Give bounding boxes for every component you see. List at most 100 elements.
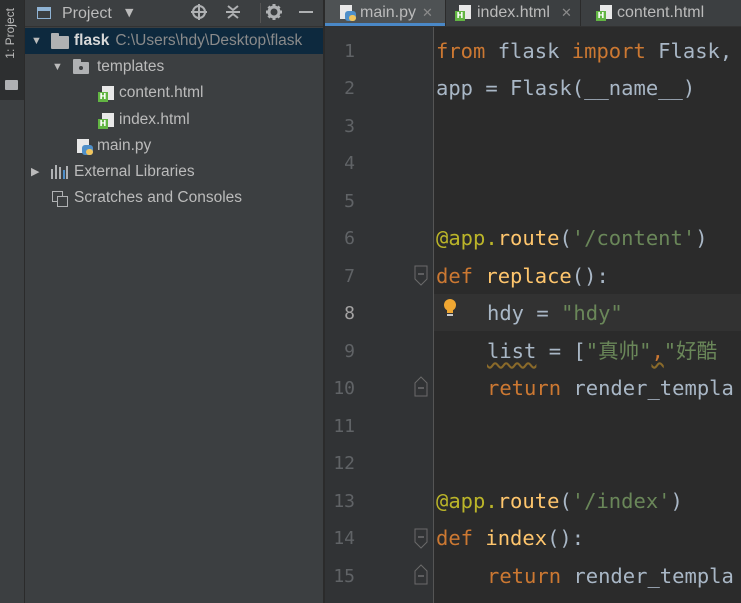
gear-icon[interactable] — [264, 3, 284, 23]
code-token: route — [497, 489, 560, 513]
tree-item-label: Scratches and Consoles — [74, 189, 243, 206]
tree-item-label: content.html — [119, 84, 204, 101]
tree-item-scratches[interactable]: Scratches and Consoles — [25, 185, 323, 211]
tree-item-label: External Libraries — [74, 163, 195, 180]
scratches-icon — [52, 191, 68, 207]
tab-index-html[interactable]: H index.html ✕ — [446, 0, 580, 26]
collapse-all-icon[interactable] — [223, 3, 243, 23]
line-number-current: 8 — [344, 303, 355, 324]
locate-target-icon[interactable] — [189, 3, 209, 23]
code-line-8: hdy = "hdy" — [487, 295, 623, 333]
chevron-down-icon[interactable]: ▼ — [31, 28, 42, 54]
line-number: 13 — [333, 491, 355, 512]
code-line-14: def index(): — [436, 520, 584, 558]
folder-icon — [73, 59, 89, 74]
folder-icon — [5, 80, 18, 90]
tab-label: content.html — [617, 4, 705, 21]
editor-tab-bar: main.py ✕ H index.html ✕ H content.html — [325, 0, 741, 27]
project-panel-header: Project ▼ — [25, 0, 323, 27]
code-line-6: @app.route('/content') — [436, 220, 708, 258]
project-tool-tab[interactable]: 1: Project — [0, 0, 24, 100]
line-number: 15 — [333, 566, 355, 587]
code-token: '/content' — [571, 226, 696, 250]
close-icon[interactable]: ✕ — [561, 0, 572, 26]
hide-panel-icon[interactable] — [296, 3, 316, 23]
close-icon[interactable]: ✕ — [422, 0, 433, 26]
line-number: 11 — [333, 416, 355, 437]
tree-item-content-html[interactable]: H content.html — [25, 80, 323, 106]
line-number: 14 — [333, 528, 355, 549]
code-token: Flask, — [645, 39, 733, 63]
chevron-down-icon[interactable]: ▼ — [52, 54, 63, 80]
code-line-1: from flask import Flask, — [436, 33, 732, 71]
tab-content-html[interactable]: H content.html — [581, 0, 741, 26]
code-token: "好酷 — [663, 339, 718, 363]
code-token: '/index' — [571, 489, 671, 513]
line-number: 4 — [344, 153, 355, 174]
code-token: render_templa — [561, 564, 734, 588]
library-icon — [51, 165, 68, 179]
code-token: ) — [670, 489, 683, 513]
code-token: return — [487, 376, 562, 400]
line-number: 5 — [344, 191, 355, 212]
code-line-9: list = ["真帅","好酷 — [487, 333, 717, 371]
code-token: ) — [695, 226, 708, 250]
code-line-10: return render_templa — [487, 370, 734, 408]
fold-end-icon[interactable] — [414, 375, 428, 397]
code-token: (): — [547, 526, 585, 550]
code-line-15: return render_templa — [487, 558, 734, 596]
code-token: render_templa — [561, 376, 734, 400]
html-file-icon: H — [596, 5, 612, 21]
code-token: route — [497, 226, 560, 250]
code-editor[interactable]: from flask import Flask, app = Flask(__n… — [436, 27, 741, 603]
project-panel: Project ▼ ▼ flask C:\Users\hdy\Desktop\fl… — [25, 0, 323, 603]
tree-item-external-libraries[interactable]: ▶ External Libraries — [25, 159, 323, 185]
code-token: list — [487, 339, 537, 363]
line-number: 12 — [333, 453, 355, 474]
code-token: ( — [559, 226, 572, 250]
line-number: 1 — [344, 41, 355, 62]
chevron-down-icon[interactable]: ▼ — [125, 6, 133, 19]
tree-item-index-html[interactable]: H index.html — [25, 107, 323, 133]
line-number: 9 — [344, 341, 355, 362]
line-number: 2 — [344, 78, 355, 99]
code-token: return — [487, 564, 562, 588]
tab-label: main.py — [360, 4, 417, 21]
tab-main-py[interactable]: main.py ✕ — [325, 0, 445, 26]
code-line-7: def replace(): — [436, 258, 609, 296]
code-token: ( — [559, 489, 572, 513]
code-token: replace — [485, 264, 572, 288]
code-token: def — [436, 264, 474, 288]
code-token: import — [571, 39, 646, 63]
html-file-icon: H — [98, 86, 114, 102]
code-token: app = Flask(__name__) — [436, 76, 696, 100]
code-token: "hdy" — [561, 301, 623, 325]
fold-end-icon[interactable] — [414, 563, 428, 585]
code-token: (): — [571, 264, 609, 288]
chevron-right-icon[interactable]: ▶ — [31, 159, 39, 185]
python-file-icon — [77, 139, 93, 155]
tree-item-flask[interactable]: ▼ flask C:\Users\hdy\Desktop\flask — [25, 28, 323, 54]
tab-label: index.html — [477, 4, 550, 21]
line-number: 7 — [344, 266, 355, 287]
header-divider — [260, 3, 261, 23]
project-window-icon — [37, 7, 51, 19]
code-token: "真帅" — [585, 339, 652, 363]
tree-item-main-py[interactable]: main.py — [25, 133, 323, 159]
fold-marker-icon[interactable] — [414, 528, 428, 549]
code-token: index — [485, 526, 548, 550]
project-tool-tab-label: 1: Project — [3, 8, 17, 59]
tree-item-templates[interactable]: ▼ templates — [25, 54, 323, 80]
code-line-13: @app.route('/index') — [436, 483, 683, 521]
code-token: , — [651, 339, 664, 363]
code-line-2: app = Flask(__name__) — [436, 70, 695, 108]
code-token: @app. — [436, 226, 498, 250]
fold-marker-icon[interactable] — [414, 265, 428, 286]
tool-window-strip: 1: Project — [0, 0, 25, 603]
code-token: @app. — [436, 489, 498, 513]
code-token: hdy = — [487, 301, 562, 325]
project-view-selector[interactable]: Project — [62, 5, 112, 23]
line-number: 10 — [333, 378, 355, 399]
